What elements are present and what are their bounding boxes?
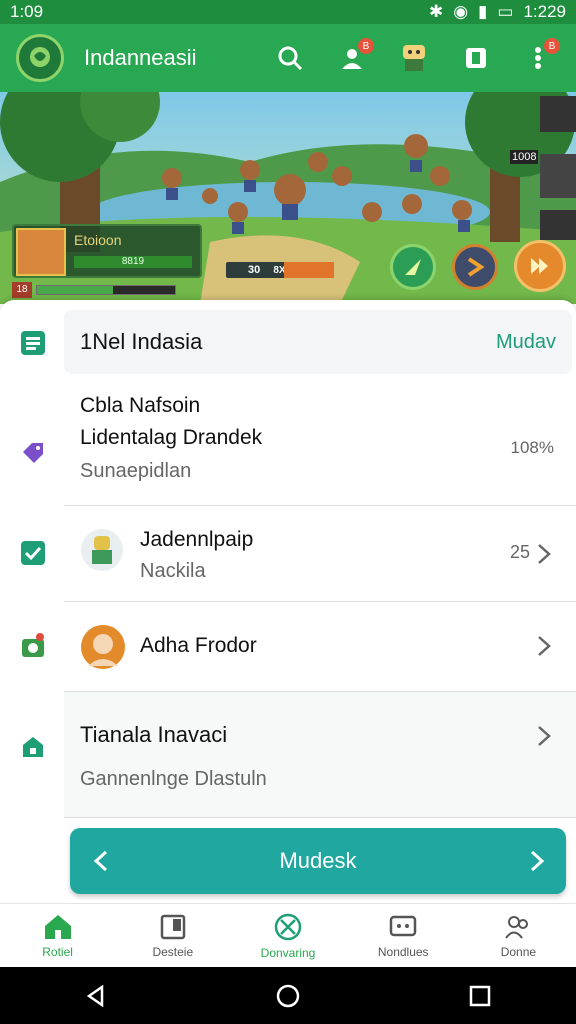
- message-icon: [389, 915, 417, 936]
- checkbox-icon[interactable]: [20, 540, 46, 566]
- resource-count: 30: [248, 264, 261, 276]
- player-level: 18: [12, 282, 32, 298]
- tab-label: Donvaring: [260, 945, 316, 960]
- account-button[interactable]: B: [330, 36, 374, 80]
- tab-label: Donne: [500, 944, 537, 959]
- play-button[interactable]: [452, 244, 498, 290]
- signal-icon: ▮: [478, 2, 488, 21]
- search-button[interactable]: [268, 36, 312, 80]
- list-item[interactable]: Cbla Nafsoin Lidentalag Drandek Sunaepid…: [64, 380, 576, 506]
- xp-progress-fill: [37, 286, 113, 294]
- tab-people[interactable]: Donne: [461, 904, 576, 967]
- chevron-right-icon: [538, 726, 551, 746]
- battery-icon: ▭: [497, 2, 514, 21]
- tab-label: Nondlues: [377, 944, 429, 959]
- resource-fill: [284, 262, 334, 278]
- player-name: Etoioon: [74, 232, 122, 248]
- notification-badge: B: [358, 38, 374, 54]
- chevron-right-icon: [538, 544, 551, 564]
- more-vert-icon: [535, 47, 541, 69]
- side-counter: 1008: [510, 150, 539, 164]
- resource-bar: 30 8X8: [226, 262, 334, 278]
- bookmark-button[interactable]: [454, 36, 498, 80]
- chevron-right-icon[interactable]: [528, 849, 546, 873]
- system-navigation-bar: [0, 967, 576, 1024]
- tab-label: Rotiel: [42, 944, 73, 959]
- status-clock: 1:229: [523, 2, 566, 21]
- pager-button[interactable]: Mudesk: [70, 828, 566, 894]
- tab-messages[interactable]: Nondlues: [346, 904, 461, 967]
- app-bar: Indanneasii B B: [0, 24, 576, 92]
- chevron-left-icon[interactable]: [92, 849, 110, 873]
- play-arrow-icon: [467, 257, 485, 277]
- people-icon: [505, 915, 529, 939]
- xp-progress-bar: [36, 285, 176, 295]
- skill-icon: [405, 259, 421, 275]
- book-icon: [160, 914, 186, 939]
- gift-icon: [22, 633, 44, 657]
- item-title: Jadennlpaip: [140, 528, 254, 551]
- chevron-right-icon: [538, 636, 551, 656]
- list-item[interactable]: Tianala Inavaci Gannenlnge Dlastuln: [64, 692, 576, 818]
- game-character-icon: [403, 45, 425, 71]
- search-icon: [278, 46, 303, 71]
- game-avatar-button[interactable]: [392, 36, 436, 80]
- pager-label: Mudesk: [279, 848, 357, 873]
- tab-cancel[interactable]: Donvaring: [230, 904, 345, 967]
- home-shield-icon: [23, 737, 43, 757]
- tab-label: Desteie: [152, 944, 194, 959]
- list-icon: [21, 331, 45, 355]
- item-description: Gannenlnge Dlastuln: [80, 768, 267, 790]
- list-item[interactable]: Jadennlpaip Nackila 25: [64, 506, 576, 602]
- item-description: Sunaepidlan: [80, 460, 192, 482]
- section-header[interactable]: 1Nel Indasia Mudav: [64, 310, 572, 374]
- app-title: Indanneasii: [84, 45, 197, 70]
- item-subtitle: Lidentalag Drandek: [80, 426, 263, 449]
- item-title: Cbla Nafsoin: [80, 394, 201, 417]
- tag-icon: [23, 443, 43, 463]
- back-icon[interactable]: [84, 984, 108, 1008]
- player-card[interactable]: Etoioon 8819: [12, 224, 202, 278]
- status-bar: 1:09 ✱ ◉ ▮ ▭ 1:229: [0, 0, 576, 24]
- skill-button[interactable]: [390, 244, 436, 290]
- home-circle-icon[interactable]: [275, 983, 301, 1009]
- app-logo[interactable]: [16, 34, 64, 82]
- section-action-link[interactable]: Mudav: [496, 331, 556, 354]
- bookmark-icon: [466, 48, 486, 68]
- list-item[interactable]: Adha Frodor: [64, 602, 576, 692]
- more-badge: B: [544, 38, 560, 54]
- item-title: Tianala Inavaci: [80, 722, 228, 747]
- player-health-bar: 8819: [74, 256, 192, 268]
- fast-forward-button[interactable]: [514, 240, 566, 292]
- cancel-circle-icon: [274, 913, 302, 940]
- user-avatar: [81, 625, 125, 669]
- recents-icon[interactable]: [468, 984, 492, 1008]
- eye-icon: ◉: [453, 2, 469, 21]
- home-icon: [44, 914, 71, 939]
- more-button[interactable]: B: [516, 36, 560, 80]
- tab-library[interactable]: Desteie: [115, 904, 230, 967]
- character-avatar: [81, 529, 123, 571]
- item-description: Nackila: [140, 560, 206, 582]
- section-title: 1Nel Indasia: [80, 329, 203, 354]
- player-avatar: [16, 228, 66, 276]
- tab-home[interactable]: Rotiel: [0, 904, 115, 967]
- status-time: 1:09: [10, 2, 44, 21]
- item-value: 25: [509, 542, 530, 562]
- fast-forward-icon: [531, 258, 548, 274]
- bottom-navigation: Rotiel Desteie Donvaring Nondlues Donne: [0, 903, 576, 967]
- bluetooth-icon: ✱: [428, 2, 444, 21]
- item-title: Adha Frodor: [140, 634, 257, 657]
- item-value: 108%: [510, 438, 554, 457]
